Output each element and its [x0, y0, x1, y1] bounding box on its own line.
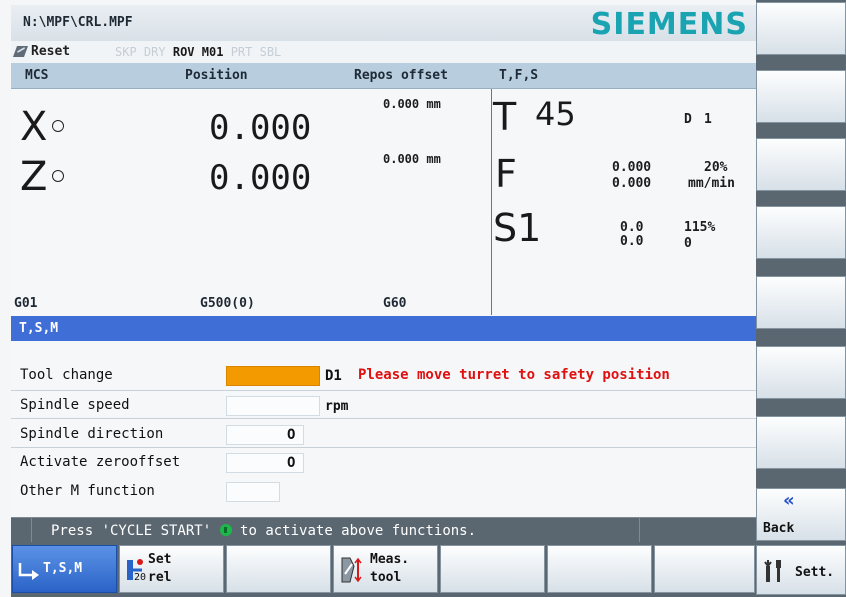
horizontal-softkeys: T,S,M Set 20 rel Meas. tool — [11, 542, 756, 597]
softkey-set-rel-sub: 20 — [134, 572, 147, 583]
spindle-speed-field[interactable] — [226, 396, 320, 416]
brand-logo: SIEMENS — [590, 7, 748, 42]
spindle-label: S1 — [493, 206, 542, 250]
axis-z-status-icon — [52, 170, 64, 182]
program-path: N:\MPF\CRL.MPF — [23, 15, 133, 30]
measure-tool-icon — [341, 557, 362, 583]
status-bar: Reset SKP DRY ROV M01 PRT SBL — [11, 41, 756, 63]
softkey-set-rel-line1: Set — [148, 552, 172, 567]
other-m-function-field[interactable] — [226, 482, 280, 502]
tool-change-d-value: D1 — [325, 368, 342, 384]
spindle-actual: 0.0 — [620, 220, 644, 235]
message-text: Press 'CYCLE START' to activate above fu… — [51, 523, 477, 539]
vsoftkey-3[interactable] — [756, 138, 846, 191]
softkey-set-rel-line2: rel — [148, 570, 172, 585]
gcode-group-8: G500(0) — [200, 296, 255, 311]
softkey-set-rel[interactable]: Set 20 rel — [119, 545, 224, 593]
flag-rov: ROV — [172, 45, 195, 59]
feed-label: F — [495, 152, 517, 196]
activate-zerooffset-toggle-icon[interactable]: O — [287, 455, 295, 471]
flag-m01: M01 — [201, 45, 224, 59]
axis-panel — [11, 89, 756, 315]
section-title-bar: T,S,M — [11, 316, 756, 341]
back-arrow-icon: « — [783, 490, 795, 511]
vsoftkey-7[interactable] — [756, 416, 846, 469]
vsoftkey-4[interactable] — [756, 206, 846, 259]
header-position: Position — [185, 68, 248, 83]
wrench-icon — [764, 560, 781, 582]
softkey-meas-tool-line1: Meas. — [370, 552, 410, 567]
softkey-empty-5[interactable] — [440, 545, 545, 593]
axis-z-repos: 0.000 mm — [383, 152, 441, 166]
title-bar: N:\MPF\CRL.MPF SIEMENS — [11, 5, 756, 42]
flag-prt: PRT — [230, 45, 253, 59]
flag-skp: SKP — [115, 45, 137, 59]
row-divider — [11, 418, 756, 419]
column-headers: MCS Position Repos offset T,F,S — [11, 63, 756, 89]
feed-set: 0.000 — [612, 176, 652, 191]
feed-override: 20% — [704, 160, 728, 175]
message-bar: Press 'CYCLE START' to activate above fu… — [11, 517, 756, 543]
vsoftkey-settings-label: Sett. — [795, 565, 835, 580]
axis-x-status-icon — [52, 120, 64, 132]
tool-change-field[interactable] — [226, 366, 320, 386]
tool-change-warning: Please move turret to safety position — [358, 367, 670, 383]
axis-z-position: 0.000 — [209, 158, 312, 198]
header-tfs: T,F,S — [499, 68, 539, 83]
softkey-empty-6[interactable] — [547, 545, 652, 593]
vsoftkey-back-label: Back — [763, 521, 795, 536]
section-title: T,S,M — [19, 321, 59, 336]
vsoftkey-2[interactable] — [756, 70, 846, 123]
softkey-empty-3[interactable] — [226, 545, 331, 593]
softkey-empty-7[interactable] — [654, 545, 755, 593]
vsoftkey-back[interactable]: « Back — [756, 488, 846, 541]
vsoftkey-5[interactable] — [756, 276, 846, 329]
tool-label: T — [493, 95, 517, 139]
tool-number: 45 — [535, 95, 576, 133]
tsm-arrow-icon — [18, 563, 39, 580]
flag-sbl: SBL — [259, 45, 282, 59]
row-divider — [11, 447, 756, 448]
panel-divider — [491, 89, 492, 315]
reset-icon — [12, 46, 29, 57]
spindle-speed-label: Spindle speed — [20, 397, 130, 413]
spindle-override: 115% — [684, 220, 716, 235]
program-control-flags: SKP DRY ROV M01 PRT SBL — [115, 45, 281, 59]
axis-z-label: Z — [20, 154, 48, 200]
spindle-extra: 0 — [684, 236, 692, 251]
d-label: D — [684, 112, 692, 127]
axis-x-label: X — [20, 104, 48, 150]
tool-change-label: Tool change — [20, 367, 113, 383]
row-divider — [11, 390, 756, 391]
vsoftkey-settings[interactable]: Sett. — [756, 545, 846, 595]
other-m-function-label: Other M function — [20, 483, 155, 499]
activate-zerooffset-label: Activate zerooffset — [20, 454, 181, 470]
vsoftkey-6[interactable] — [756, 346, 846, 399]
axis-x-repos: 0.000 mm — [383, 97, 441, 111]
spindle-set: 0.0 — [620, 234, 644, 249]
softkey-tsm-label: T,S,M — [43, 561, 83, 576]
softkey-tsm[interactable]: T,S,M — [12, 545, 117, 593]
feed-unit: mm/min — [688, 176, 735, 191]
flag-dry: DRY — [143, 45, 166, 59]
spindle-speed-unit: rpm — [325, 399, 349, 414]
feed-actual: 0.000 — [612, 160, 652, 175]
screen: N:\MPF\CRL.MPF SIEMENS Reset SKP DRY ROV… — [0, 0, 846, 597]
gcode-group-1: G01 — [14, 296, 38, 311]
cycle-start-icon — [219, 524, 232, 536]
spindle-direction-toggle-icon[interactable]: O — [287, 427, 295, 443]
header-repos-offset: Repos offset — [354, 68, 448, 83]
header-mcs: MCS — [25, 68, 49, 83]
softkey-meas-tool-line2: tool — [370, 570, 402, 585]
vsoftkey-1[interactable] — [756, 2, 846, 55]
softkey-meas-tool[interactable]: Meas. tool — [333, 545, 438, 593]
gcode-group-10: G60 — [383, 296, 407, 311]
d-number: 1 — [704, 112, 712, 127]
spindle-direction-label: Spindle direction — [20, 426, 164, 442]
axis-x-position: 0.000 — [209, 108, 312, 148]
reset-status: Reset — [31, 44, 71, 59]
